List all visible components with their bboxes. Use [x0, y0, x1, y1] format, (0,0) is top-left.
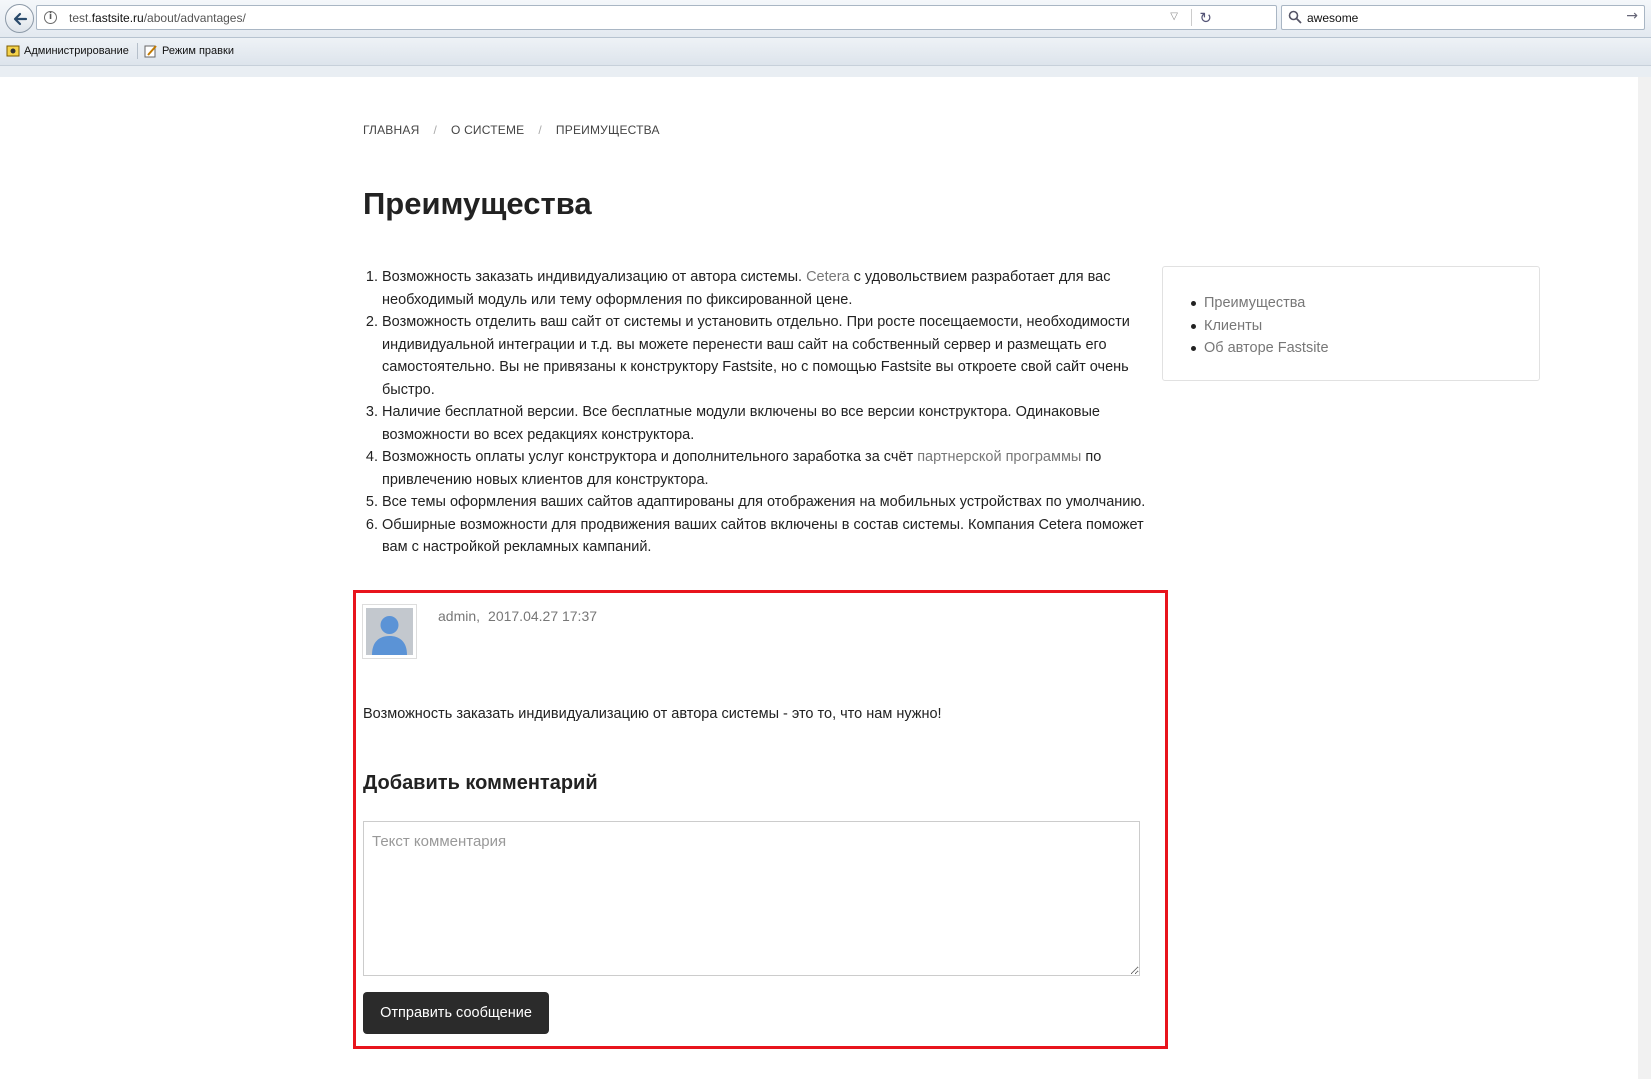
url-divider	[1191, 9, 1192, 26]
comment-author: admin,	[438, 608, 481, 624]
breadcrumb: ГЛАВНАЯ / О СИСТЕМЕ / ПРЕИМУЩЕСТВА	[363, 123, 660, 137]
list-item: Возможность отделить ваш сайт от системы…	[382, 311, 1157, 401]
search-go-arrow-icon[interactable]: →	[1626, 8, 1638, 24]
reload-icon[interactable]: ↻	[1199, 9, 1212, 27]
cetera-link[interactable]: Cetera	[806, 269, 850, 285]
list-item: Возможность оплаты услуг конструктора и …	[382, 446, 1157, 491]
edit-icon	[144, 45, 157, 58]
bookmark-admin-label: Администрирование	[24, 45, 129, 57]
browser-chrome: i test.fastsite.ru/about/advantages/ ▽ ↻…	[0, 0, 1651, 77]
bookmark-admin[interactable]: Администрирование	[6, 44, 129, 58]
breadcrumb-about[interactable]: О СИСТЕМЕ	[451, 123, 524, 137]
site-info-icon[interactable]: i	[44, 11, 57, 24]
advantages-list: Возможность заказать индивидуализацию от…	[363, 266, 1157, 559]
search-bar[interactable]: →	[1281, 5, 1645, 30]
comment-text: Возможность заказать индивидуализацию от…	[363, 706, 942, 722]
sidebar-item-advantages[interactable]: Преимущества	[1191, 292, 1329, 315]
comments-highlight-frame	[353, 590, 1168, 1049]
breadcrumb-current[interactable]: ПРЕИМУЩЕСТВА	[556, 123, 660, 137]
breadcrumb-home[interactable]: ГЛАВНАЯ	[363, 123, 419, 137]
back-button[interactable]	[5, 4, 34, 33]
bookmark-edit-mode[interactable]: Режим правки	[144, 44, 234, 58]
user-silhouette-icon	[366, 608, 413, 655]
chrome-bottom-strip	[0, 66, 1651, 77]
address-bar[interactable]: i test.fastsite.ru/about/advantages/ ▽ ↻	[36, 5, 1277, 30]
url-text[interactable]: test.fastsite.ru/about/advantages/	[69, 11, 246, 25]
page-scrollbar[interactable]	[1638, 77, 1651, 1079]
add-comment-heading: Добавить комментарий	[363, 772, 598, 794]
partner-program-link[interactable]: партнерской программы	[917, 449, 1081, 465]
breadcrumb-separator: /	[433, 123, 437, 137]
search-icon	[1288, 10, 1302, 24]
list-item: Наличие бесплатной версии. Все бесплатны…	[382, 401, 1157, 446]
sidebar-menu: Преимущества Клиенты Об авторе Fastsite	[1162, 266, 1540, 381]
bookmarks-bar: Администрирование Режим правки	[0, 38, 1651, 66]
list-item: Все темы оформления ваших сайтов адаптир…	[382, 491, 1157, 514]
avatar	[362, 604, 417, 659]
sidebar-item-clients[interactable]: Клиенты	[1191, 315, 1329, 338]
bookmark-edit-label: Режим правки	[162, 45, 234, 57]
back-arrow-icon	[13, 12, 28, 26]
comment-meta: admin, 2017.04.27 17:37	[438, 608, 597, 624]
page-title: Преимущества	[363, 186, 592, 221]
submit-comment-button[interactable]: Отправить сообщение	[363, 992, 549, 1034]
admin-icon	[6, 45, 20, 57]
list-item: Возможность заказать индивидуализацию от…	[382, 266, 1157, 311]
search-input[interactable]	[1307, 9, 1607, 27]
sidebar-item-author[interactable]: Об авторе Fastsite	[1191, 337, 1329, 360]
breadcrumb-separator: /	[538, 123, 542, 137]
comment-textarea[interactable]	[363, 821, 1140, 976]
comment-date: 2017.04.27 17:37	[488, 608, 598, 624]
bookmark-divider	[137, 43, 138, 59]
url-dropdown-icon[interactable]: ▽	[1170, 11, 1178, 22]
browser-navbar: i test.fastsite.ru/about/advantages/ ▽ ↻…	[0, 0, 1651, 38]
list-item: Обширные возможности для продвижения ваш…	[382, 514, 1157, 559]
